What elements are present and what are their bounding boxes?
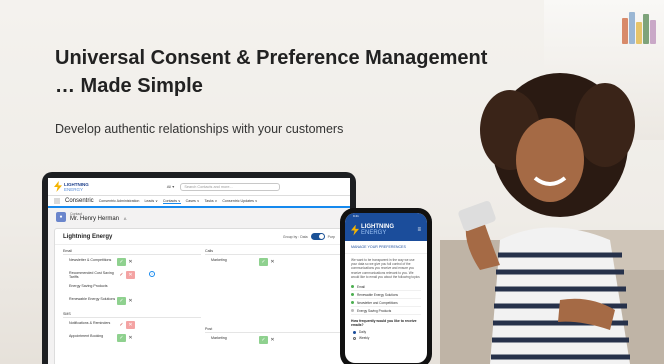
consent-check-button[interactable]: ✓: [259, 336, 268, 344]
nav-item-contacts[interactable]: Contacts ∨: [162, 199, 181, 204]
frequency-question: How frequently would you like to receive…: [351, 319, 417, 328]
phone-header: LIGHTNING ENERGY ≡: [345, 219, 427, 241]
app-name: Consentric: [65, 198, 94, 204]
preference-row: Renewable Energy Solutions ✓ ✕: [63, 297, 201, 308]
brand-line-1: LIGHTNING: [64, 181, 89, 187]
nav-item-administration[interactable]: Consentric Administration: [99, 199, 140, 203]
search-scope-select[interactable]: All ▾: [167, 184, 175, 189]
lightning-bolt-icon: [351, 224, 359, 236]
consent-cross-button[interactable]: ✕: [268, 258, 277, 266]
email-toggle[interactable]: Email: [351, 283, 421, 292]
consent-cross-button[interactable]: ✕: [126, 258, 135, 266]
background-books: [622, 4, 658, 44]
channel-column-right: Calls Marketing ✓ ✕ Post Marketing ✓ ✕: [205, 249, 343, 349]
consent-cross-button[interactable]: ✕: [268, 336, 277, 344]
info-icon[interactable]: i: [149, 271, 155, 277]
laptop-screen: LIGHTNING ENERGY All ▾ Search Contacts a…: [48, 178, 350, 364]
preference-row: Notifications & Reminders ✓ ✕: [63, 321, 201, 332]
phone-intro-text: We want to be transparent in the way we …: [351, 258, 420, 279]
subheadline: Develop authentic relationships with you…: [55, 122, 344, 136]
preference-row: Energy Saving Products: [69, 284, 108, 288]
group-by-control: Group by : Data Purp: [282, 233, 335, 240]
headline-line-1: Universal Consent & Preference Managemen…: [55, 47, 488, 69]
record-action[interactable]: A: [124, 216, 127, 221]
top-bar: LIGHTNING ENERGY All ▾ Search Contacts a…: [48, 178, 350, 196]
phone-screen: 9:41 LIGHTNING ENERGY ≡ MANAGE YOUR PREF…: [345, 213, 427, 363]
preference-row: Recommended Cost Saving Tariffs ✓ ✕ i: [63, 271, 201, 282]
card-title: Lightning Energy: [63, 233, 113, 240]
consent-check-button[interactable]: ✓: [117, 258, 126, 266]
nav-item-cases[interactable]: Cases ∨: [186, 199, 200, 203]
preferences-card: Lightning Energy Group by : Data Purp Em…: [54, 228, 344, 364]
nav-item-tasks[interactable]: Tasks ∨: [205, 199, 218, 203]
nav-item-leads[interactable]: Leads ∨: [144, 199, 157, 203]
nav-item-updates[interactable]: Consentric Updates ∨: [222, 199, 257, 203]
radio-button[interactable]: [353, 330, 356, 334]
consent-cross-button[interactable]: ✕: [126, 297, 135, 305]
headline-line-2: … Made Simple: [55, 75, 203, 97]
phone-brand-logo: LIGHTNING ENERGY: [351, 224, 394, 236]
nav-bar: Consentric Consentric Administration Lea…: [48, 196, 350, 208]
contact-icon: ●: [56, 212, 66, 222]
topic-item[interactable]: Newsletter and Competitions: [351, 299, 421, 308]
record-name: Mr. Henry Herman A: [70, 216, 127, 222]
preference-row: Appointment Booking ✓ ✕: [63, 334, 201, 345]
section-sms: SMS: [63, 312, 201, 318]
laptop-frame: LIGHTNING ENERGY All ▾ Search Contacts a…: [42, 172, 356, 364]
consent-check-button[interactable]: ✓: [117, 271, 126, 279]
hamburger-menu-icon[interactable]: ≡: [417, 227, 421, 233]
consent-check-button[interactable]: ✓: [117, 321, 126, 329]
consent-cross-button[interactable]: ✕: [126, 334, 135, 342]
topic-item[interactable]: Energy Saving Products: [351, 307, 421, 316]
consent-check-button[interactable]: ✓: [259, 258, 268, 266]
brand-line-2: ENERGY: [64, 186, 84, 192]
toggle-on-icon: [351, 285, 354, 289]
search-input[interactable]: Search Contacts and more...: [180, 182, 281, 191]
consent-check-button[interactable]: ✓: [117, 334, 126, 342]
lightning-bolt-icon: [54, 181, 62, 192]
consent-cross-button[interactable]: ✕: [126, 321, 135, 329]
preference-row: Newsletter & Competitions ✓ ✕: [63, 258, 201, 269]
brand-logo[interactable]: LIGHTNING ENERGY: [54, 181, 89, 192]
phone-frame: 9:41 LIGHTNING ENERGY ≡ MANAGE YOUR PREF…: [340, 208, 432, 364]
phone-page-title: MANAGE YOUR PREFERENCES: [345, 241, 427, 254]
app-launcher-icon[interactable]: [54, 198, 60, 204]
section-post: Post: [205, 327, 343, 333]
group-by-toggle[interactable]: [310, 233, 325, 240]
radio-button[interactable]: [353, 336, 356, 340]
record-header: ● Contact Mr. Henry Herman A: [48, 208, 350, 226]
section-calls: Calls: [205, 249, 343, 255]
preference-row: Marketing ✓ ✕: [205, 336, 343, 347]
headline: Universal Consent & Preference Managemen…: [55, 44, 515, 100]
consent-cross-button[interactable]: ✕: [126, 271, 135, 279]
consent-check-button[interactable]: ✓: [117, 297, 126, 305]
phone-topic-list: Email Renewable Energy Solutions Newslet…: [345, 283, 427, 316]
frequency-option-weekly[interactable]: Weekly: [345, 335, 427, 341]
section-email: Email: [63, 249, 201, 255]
topic-item[interactable]: Renewable Energy Solutions: [351, 291, 421, 300]
channel-column-left: Email Newsletter & Competitions ✓ ✕ Reco…: [63, 249, 201, 347]
preference-row: Marketing ✓ ✕: [205, 258, 343, 269]
